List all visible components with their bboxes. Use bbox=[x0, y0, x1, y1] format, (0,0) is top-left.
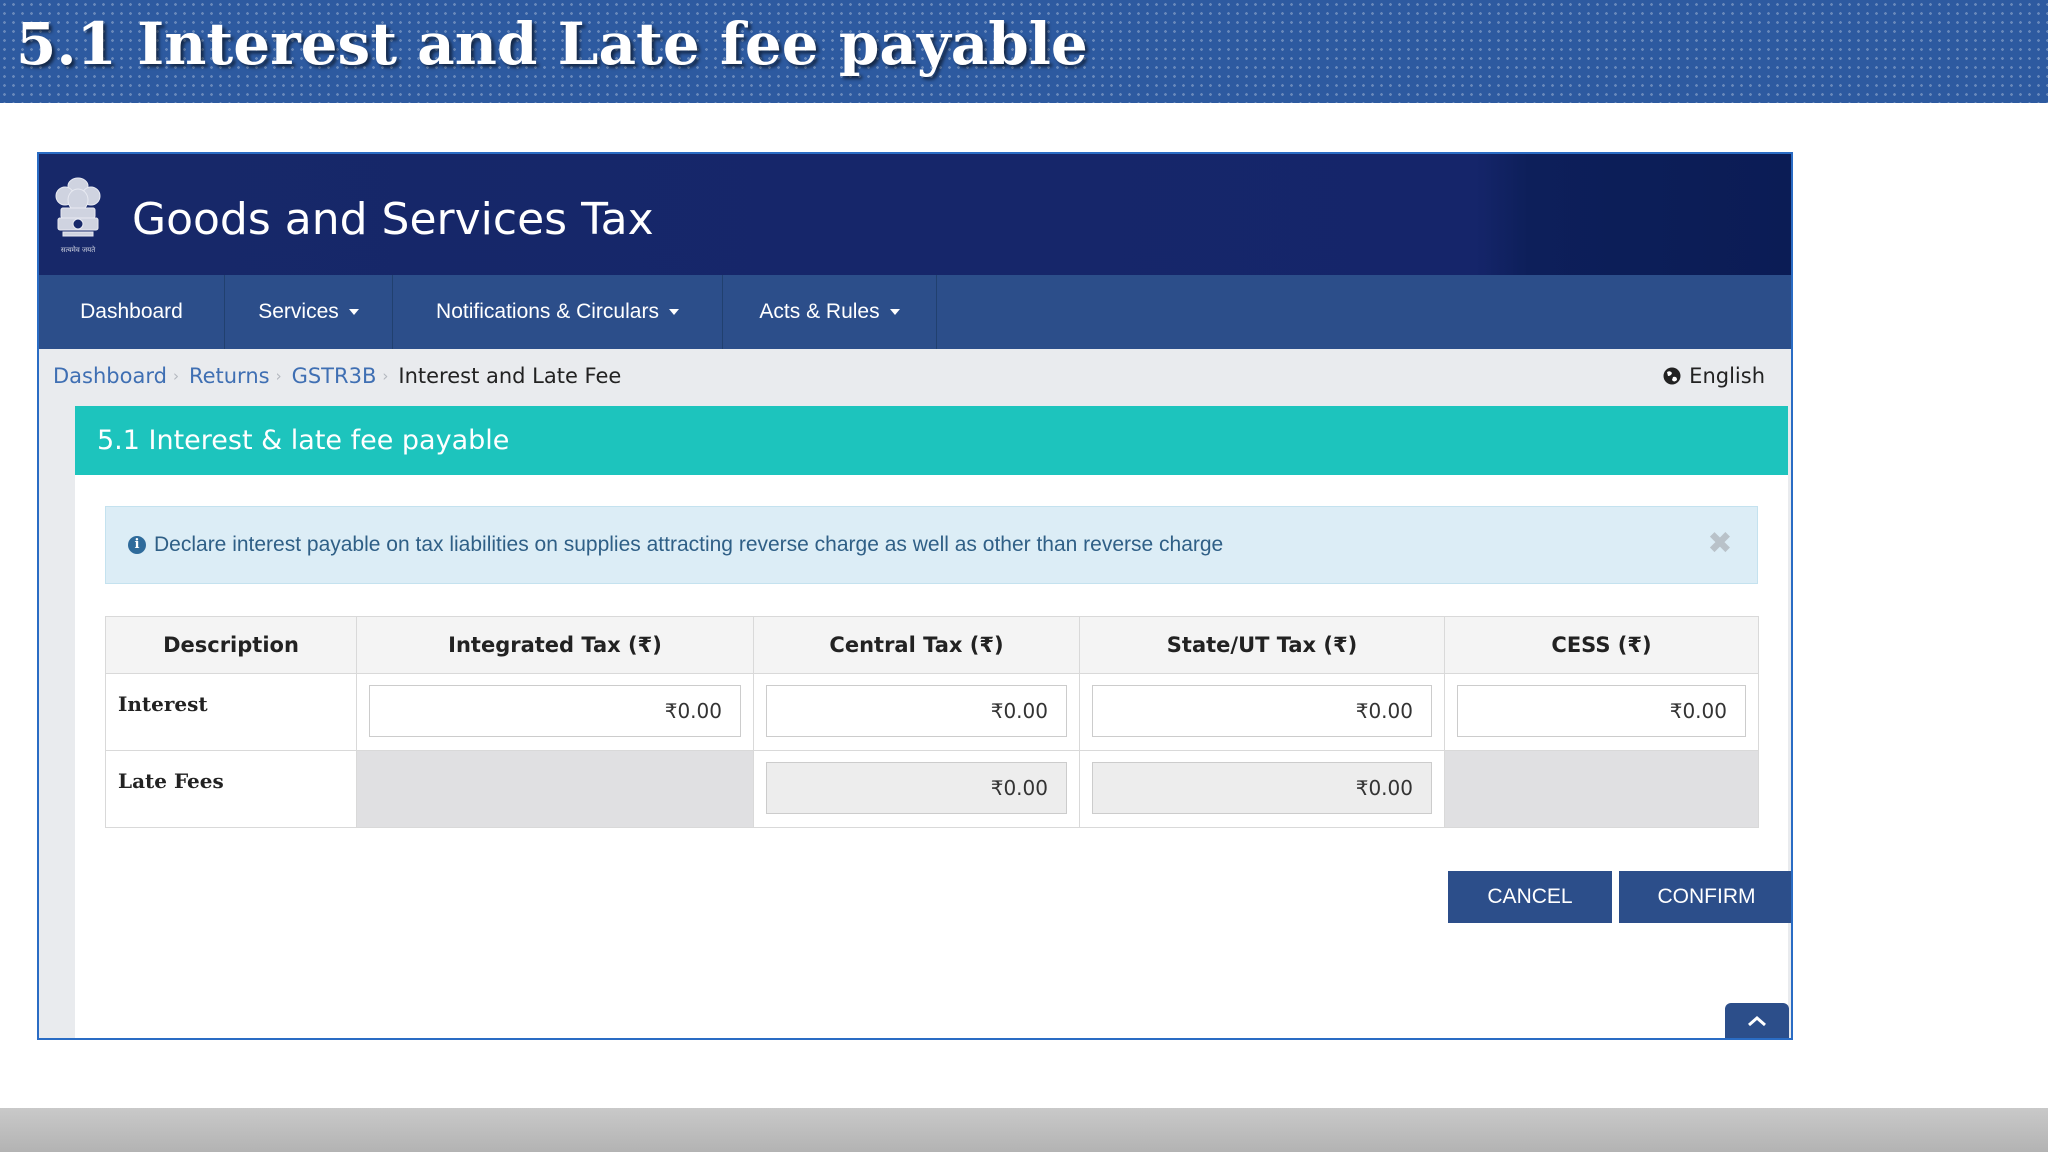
screenshot-frame: सत्यमेव जयते Goods and Services Tax Dash… bbox=[37, 152, 1793, 1040]
nav-notifications-label: Notifications & Circulars bbox=[436, 300, 659, 323]
cell-late-fees-central bbox=[753, 750, 1080, 828]
column-header-description: Description bbox=[105, 616, 357, 674]
caret-down-icon bbox=[889, 309, 900, 315]
breadcrumb: Dashboard › Returns › GSTR3B › Interest … bbox=[53, 364, 621, 388]
scroll-to-top-button[interactable] bbox=[1725, 1003, 1789, 1038]
panel-heading: 5.1 Interest & late fee payable bbox=[75, 406, 1788, 475]
caret-down-icon bbox=[668, 309, 679, 315]
cell-interest-central bbox=[753, 673, 1080, 751]
alert-text: Declare interest payable on tax liabilit… bbox=[154, 533, 1224, 556]
breadcrumb-separator-icon: › bbox=[382, 367, 389, 385]
nav-services[interactable]: Services bbox=[225, 275, 393, 349]
breadcrumb-gstr3b[interactable]: GSTR3B bbox=[292, 364, 377, 388]
cell-late-fees-integrated-disabled bbox=[356, 750, 754, 828]
caret-down-icon bbox=[348, 309, 359, 315]
content-area: Dashboard › Returns › GSTR3B › Interest … bbox=[39, 349, 1791, 1038]
nav-acts-rules-label: Acts & Rules bbox=[759, 300, 880, 323]
cell-late-fees-cess-disabled bbox=[1444, 750, 1759, 828]
column-header-integrated-tax: Integrated Tax (₹) bbox=[356, 616, 754, 674]
cell-interest-cess bbox=[1444, 673, 1759, 751]
breadcrumb-returns[interactable]: Returns bbox=[189, 364, 270, 388]
column-header-central-tax: Central Tax (₹) bbox=[753, 616, 1080, 674]
column-header-cess: CESS (₹) bbox=[1444, 616, 1759, 674]
cell-interest-integrated bbox=[356, 673, 754, 751]
language-label: English bbox=[1689, 364, 1765, 388]
interest-state-ut-tax-input[interactable] bbox=[1092, 685, 1432, 737]
interest-cess-input[interactable] bbox=[1457, 685, 1746, 737]
nav-acts-rules[interactable]: Acts & Rules bbox=[723, 275, 937, 349]
breadcrumb-dashboard[interactable]: Dashboard bbox=[53, 364, 167, 388]
nav-services-label: Services bbox=[258, 300, 339, 323]
cell-interest-state bbox=[1079, 673, 1445, 751]
site-title: Goods and Services Tax bbox=[132, 194, 654, 245]
svg-text:सत्यमेव जयते: सत्यमेव जयते bbox=[61, 245, 96, 254]
info-icon: i bbox=[128, 536, 146, 554]
late-fees-state-ut-tax-input[interactable] bbox=[1092, 762, 1432, 814]
slide-header: 5.1 Interest and Late fee payable bbox=[0, 0, 2048, 103]
interest-late-fee-table: Description Integrated Tax (₹) Central T… bbox=[105, 616, 1759, 828]
cancel-button[interactable]: CANCEL bbox=[1448, 871, 1612, 923]
globe-icon bbox=[1663, 367, 1681, 385]
table-header-row: Description Integrated Tax (₹) Central T… bbox=[105, 616, 1759, 674]
cell-late-fees-state bbox=[1079, 750, 1445, 828]
interest-integrated-tax-input[interactable] bbox=[369, 685, 741, 737]
nav-dashboard-label: Dashboard bbox=[80, 300, 183, 323]
main-navbar: Dashboard Services Notifications & Circu… bbox=[39, 275, 1791, 349]
slide-footer-bar bbox=[0, 1108, 2048, 1152]
gst-header: सत्यमेव जयते Goods and Services Tax bbox=[39, 154, 1791, 275]
nav-dashboard[interactable]: Dashboard bbox=[39, 275, 225, 349]
nav-notifications[interactable]: Notifications & Circulars bbox=[393, 275, 723, 349]
late-fees-central-tax-input[interactable] bbox=[766, 762, 1067, 814]
row-label-interest: Interest bbox=[105, 673, 357, 751]
national-emblem-icon: सत्यमेव जयते bbox=[55, 177, 101, 254]
interest-central-tax-input[interactable] bbox=[766, 685, 1067, 737]
language-selector[interactable]: English bbox=[1663, 364, 1765, 388]
breadcrumb-separator-icon: › bbox=[172, 367, 179, 385]
table-row-interest: Interest bbox=[105, 673, 1759, 751]
row-label-late-fees: Late Fees bbox=[105, 750, 357, 828]
chevron-up-icon bbox=[1748, 1016, 1766, 1027]
slide-title: 5.1 Interest and Late fee payable bbox=[16, 10, 1088, 78]
breadcrumb-separator-icon: › bbox=[275, 367, 282, 385]
info-alert: i Declare interest payable on tax liabil… bbox=[105, 506, 1758, 584]
interest-late-fee-panel: 5.1 Interest & late fee payable i Declar… bbox=[75, 406, 1791, 1038]
table-row-late-fees: Late Fees bbox=[105, 750, 1759, 828]
confirm-button[interactable]: CONFIRM bbox=[1619, 871, 1791, 923]
breadcrumb-current: Interest and Late Fee bbox=[398, 364, 622, 388]
column-header-state-ut-tax: State/UT Tax (₹) bbox=[1079, 616, 1445, 674]
close-icon[interactable]: ✖ bbox=[1705, 529, 1735, 559]
